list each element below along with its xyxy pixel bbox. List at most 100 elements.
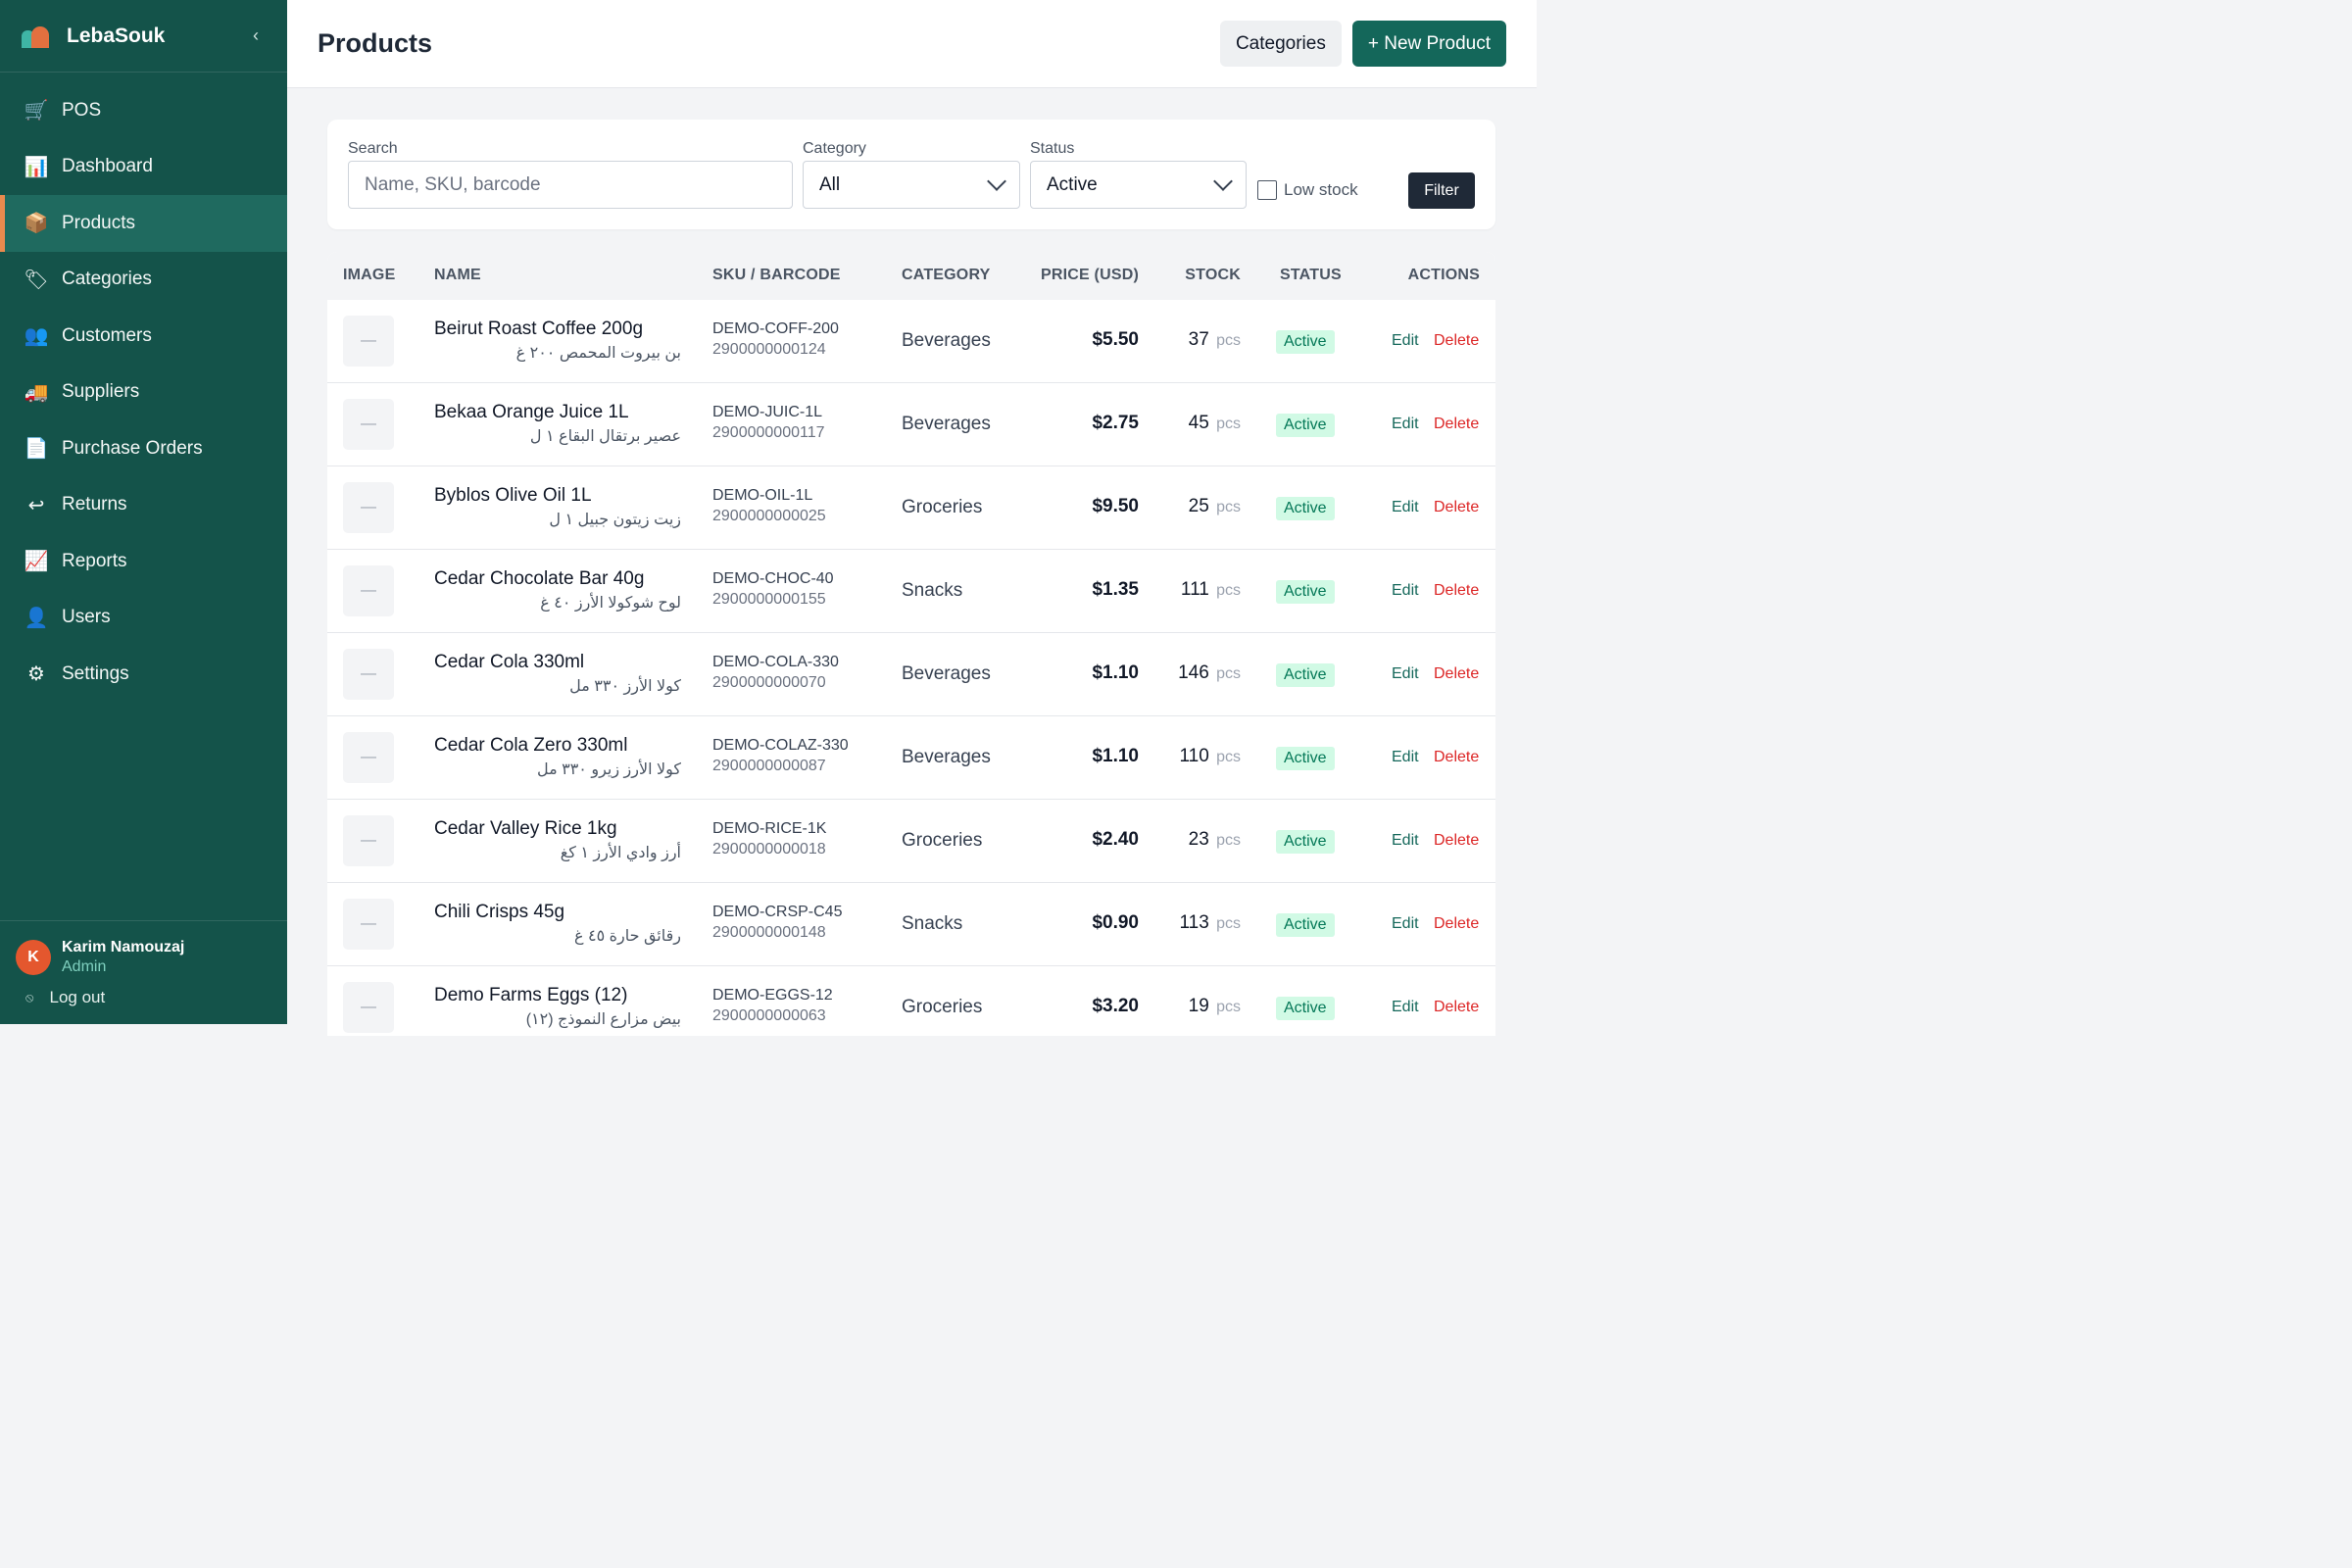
column-header: SKU / BARCODE: [712, 267, 841, 283]
categories-button[interactable]: Categories: [1219, 21, 1342, 67]
product-image-placeholder: —: [343, 815, 394, 866]
barcode: 2900000000063: [712, 1007, 826, 1024]
edit-link[interactable]: Edit: [1392, 665, 1419, 683]
logout-icon: ⦸: [25, 990, 34, 1004]
user-role: Admin: [62, 958, 107, 975]
stock-unit: pcs: [1216, 832, 1241, 849]
sidebar-item-label: Settings: [62, 662, 129, 684]
product-name-arabic: بيض مزارع النموذج (١٢): [525, 1011, 681, 1028]
stock-unit: pcs: [1216, 582, 1241, 599]
status-badge: Active: [1276, 830, 1335, 854]
sku-code: DEMO-JUIC-1L: [712, 404, 823, 420]
product-name-arabic: كولا الأرز ٣٣٠ مل: [569, 678, 681, 695]
delete-link[interactable]: Delete: [1434, 665, 1479, 683]
sku-cell: DEMO-RICE-1K 2900000000018: [712, 820, 826, 858]
delete-link[interactable]: Delete: [1434, 915, 1479, 933]
price-cell: $9.50: [1092, 496, 1139, 516]
edit-link[interactable]: Edit: [1392, 915, 1419, 933]
product-name-cell: Demo Farms Eggs (12) بيض مزارع النموذج (١…: [434, 985, 681, 1029]
column-header: IMAGE: [343, 267, 396, 283]
status-badge: Active: [1276, 747, 1335, 770]
delete-link[interactable]: Delete: [1434, 832, 1479, 850]
delete-link[interactable]: Delete: [1434, 749, 1479, 766]
product-image-placeholder: —: [343, 399, 394, 450]
avatar: K: [16, 940, 51, 975]
sidebar-item-dashboard[interactable]: 📊 Dashboard: [0, 139, 287, 196]
barcode: 2900000000070: [712, 674, 826, 691]
search-input[interactable]: Name, SKU, barcode: [348, 161, 793, 209]
new-product-button[interactable]: + New Product: [1351, 21, 1506, 67]
product-name-cell: Cedar Valley Rice 1kg أرز وادي الأرز ١ كغ: [434, 818, 681, 862]
sku-code: DEMO-CHOC-40: [712, 570, 834, 587]
status-badge: Active: [1276, 997, 1335, 1020]
product-image-placeholder: —: [343, 649, 394, 700]
sku-code: DEMO-EGGS-12: [712, 987, 833, 1004]
table-header: IMAGE NAME SKU / BARCODE CATEGORY PRICE …: [327, 252, 1495, 300]
status-select[interactable]: Active: [1030, 161, 1247, 209]
table-row: — Byblos Olive Oil 1L زيت زيتون جبيل ١ ل DE…: [327, 466, 1495, 550]
sidebar-item-label: Customers: [62, 324, 152, 346]
edit-link[interactable]: Edit: [1392, 832, 1419, 850]
product-name: Cedar Cola 330ml: [434, 652, 585, 672]
product-image-placeholder: —: [343, 982, 394, 1033]
low-stock-checkbox[interactable]: [1257, 180, 1277, 200]
delete-link[interactable]: Delete: [1434, 999, 1479, 1016]
product-name: Chili Crisps 45g: [434, 902, 565, 922]
delete-link[interactable]: Delete: [1434, 582, 1479, 600]
table-row: — Chili Crisps 45g رقائق حارة ٤٥ غ DEMO-CRS…: [327, 883, 1495, 966]
sidebar-item-returns[interactable]: ↩ Returns: [0, 477, 287, 534]
sidebar-item-pos[interactable]: 🛒 POS: [0, 82, 287, 139]
stock-count: 37: [1188, 329, 1209, 350]
edit-link[interactable]: Edit: [1392, 499, 1419, 516]
filter-button[interactable]: Filter: [1408, 172, 1475, 209]
main-content: Products Categories + New Product Search…: [287, 0, 1537, 1036]
product-name-cell: Cedar Cola Zero 330ml كولا الأرز زيرو ٣٣٠…: [434, 735, 681, 779]
chevron-left-icon[interactable]: ‹: [246, 25, 266, 46]
sidebar-item-customers[interactable]: 👥 Customers: [0, 308, 287, 365]
price-cell: $1.35: [1092, 579, 1139, 600]
edit-link[interactable]: Edit: [1392, 332, 1419, 350]
product-image-placeholder: —: [343, 565, 394, 616]
edit-link[interactable]: Edit: [1392, 999, 1419, 1016]
category-cell: Beverages: [902, 414, 991, 434]
product-image-placeholder: —: [343, 482, 394, 533]
stock-count: 146: [1178, 662, 1209, 683]
sidebar-item-label: Users: [62, 607, 111, 628]
product-name-arabic: كولا الأرز زيرو ٣٣٠ مل: [536, 761, 681, 778]
product-name-arabic: بن بيروت المحمص ٢٠٠ غ: [515, 345, 681, 362]
table-row: — Cedar Valley Rice 1kg أرز وادي الأرز ١ ك…: [327, 800, 1495, 883]
category-cell: Snacks: [902, 913, 963, 934]
sidebar-item-label: Suppliers: [62, 381, 140, 403]
sidebar-item-settings[interactable]: ⚙ Settings: [0, 646, 287, 703]
logout-button[interactable]: ⦸ Log out: [25, 988, 271, 1007]
stock-cell: 23 pcs: [1189, 829, 1241, 851]
stock-cell: 37 pcs: [1189, 329, 1241, 351]
sidebar-item-users[interactable]: 👤 Users: [0, 590, 287, 647]
delete-link[interactable]: Delete: [1434, 416, 1479, 433]
sidebar-item-products[interactable]: 📦 Products: [0, 195, 287, 252]
app-logo: [22, 24, 51, 48]
product-image-placeholder: —: [343, 316, 394, 367]
cash-register-icon: 🛒: [24, 100, 49, 122]
edit-link[interactable]: Edit: [1392, 582, 1419, 600]
product-name-cell: Beirut Roast Coffee 200g بن بيروت المحمص …: [434, 318, 681, 363]
delete-link[interactable]: Delete: [1434, 499, 1479, 516]
status-badge: Active: [1276, 913, 1335, 937]
column-header: NAME: [434, 267, 481, 283]
low-stock-toggle[interactable]: Low stock: [1257, 180, 1358, 200]
sidebar-item-purchase-orders[interactable]: 📄 Purchase Orders: [0, 420, 287, 477]
stock-count: 23: [1188, 829, 1209, 850]
sidebar-item-reports[interactable]: 📈 Reports: [0, 533, 287, 590]
delete-link[interactable]: Delete: [1434, 332, 1479, 350]
category-cell: Groceries: [902, 830, 983, 851]
category-select[interactable]: All: [803, 161, 1020, 209]
product-name-cell: Chili Crisps 45g رقائق حارة ٤٥ غ: [434, 902, 681, 946]
stock-unit: pcs: [1216, 999, 1241, 1015]
edit-link[interactable]: Edit: [1392, 749, 1419, 766]
sidebar-item-categories[interactable]: 🏷 Categories: [0, 252, 287, 309]
category-select-value: All: [819, 173, 841, 195]
sidebar-item-suppliers[interactable]: 🚚 Suppliers: [0, 365, 287, 421]
edit-link[interactable]: Edit: [1392, 416, 1419, 433]
user-profile[interactable]: K Karim Namouzaj Admin: [16, 939, 271, 976]
barcode: 2900000000018: [712, 841, 826, 858]
